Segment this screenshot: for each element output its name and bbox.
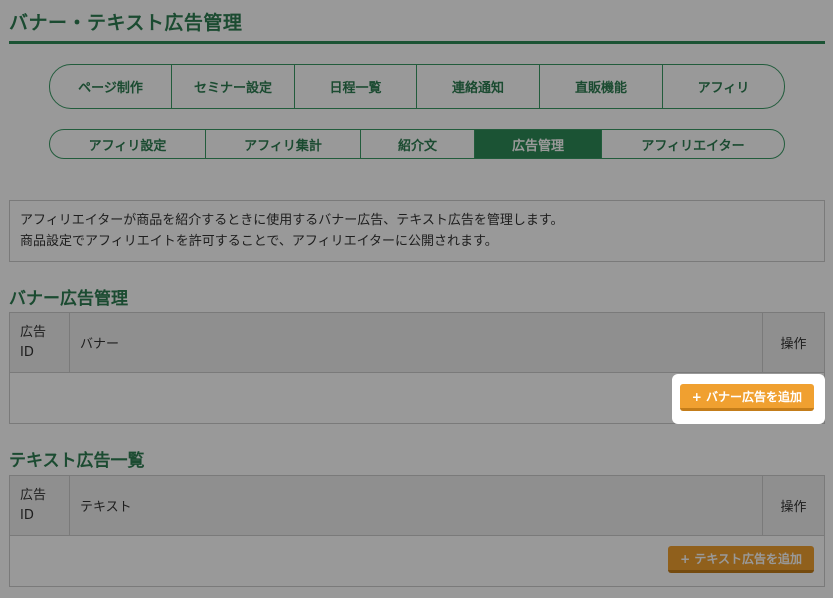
description-box: アフィリエイターが商品を紹介するときに使用するバナー広告、テキスト広告を管理しま… [9, 200, 825, 262]
add-text-ad-button[interactable]: + テキスト広告を追加 [668, 546, 814, 573]
text-section-title: テキスト広告一覧 [9, 451, 145, 471]
column-header-banner: バナー [70, 313, 763, 372]
description-line-2: 商品設定でアフィリエイトを許可することで、アフィリエイターに公開されます。 [20, 234, 498, 249]
page-title: バナー・テキスト広告管理 [9, 12, 243, 34]
tab-notifications[interactable]: 連絡通知 [417, 65, 540, 108]
tab-ad-management[interactable]: 広告管理 [475, 130, 602, 158]
tab-affiliaters[interactable]: アフィリエイター [602, 130, 784, 158]
tab-affiliate[interactable]: アフィリ [663, 65, 784, 108]
title-divider [9, 41, 825, 44]
column-header-ad-id-line2: ID [20, 345, 34, 360]
secondary-nav: アフィリ設定 アフィリ集計 紹介文 広告管理 アフィリエイター [49, 129, 785, 159]
text-ad-table: 広告 ID テキスト 操作 + テキスト広告を追加 [9, 475, 825, 587]
column-header-operation: 操作 [780, 500, 807, 515]
column-header-ad-id: 広告 ID [10, 313, 70, 372]
column-header-ad-id-line1: 広告 [20, 488, 47, 503]
add-banner-ad-button[interactable]: + バナー広告を追加 [679, 384, 814, 411]
tab-affiliate-stats[interactable]: アフィリ集計 [206, 130, 361, 158]
tab-introduction-text[interactable]: 紹介文 [361, 130, 475, 158]
column-header-ad-id-line2: ID [20, 508, 34, 523]
text-ad-table-header: 広告 ID テキスト 操作 [10, 476, 824, 536]
page: バナー・テキスト広告管理 ページ制作 セミナー設定 日程一覧 連絡通知 直販機能… [0, 0, 833, 598]
tab-affiliate-settings[interactable]: アフィリ設定 [50, 130, 206, 158]
description-line-1: アフィリエイターが商品を紹介するときに使用するバナー広告、テキスト広告を管理しま… [20, 213, 564, 228]
primary-nav: ページ制作 セミナー設定 日程一覧 連絡通知 直販機能 アフィリ [49, 64, 785, 109]
tab-page-production[interactable]: ページ制作 [50, 65, 172, 108]
tab-seminar-settings[interactable]: セミナー設定 [172, 65, 295, 108]
spotlight-highlight: + バナー広告を追加 [672, 374, 825, 424]
text-ad-table-body: + テキスト広告を追加 [10, 536, 824, 586]
column-header-ad-id: 広告 ID [10, 476, 70, 535]
banner-table-header: 広告 ID バナー 操作 [10, 313, 824, 373]
banner-section-title: バナー広告管理 [9, 289, 128, 309]
tab-direct-sales[interactable]: 直販機能 [540, 65, 663, 108]
tab-schedule-list[interactable]: 日程一覧 [295, 65, 417, 108]
column-header-text: テキスト [70, 476, 763, 535]
column-header-operation: 操作 [780, 337, 807, 352]
column-header-ad-id-line1: 広告 [20, 325, 47, 340]
